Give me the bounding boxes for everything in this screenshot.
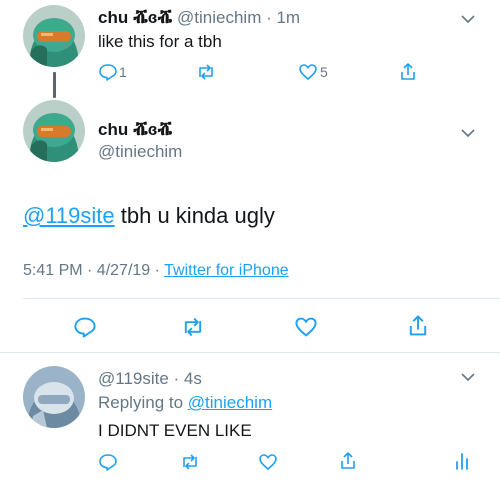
analytics-icon[interactable] bbox=[452, 451, 472, 471]
avatar[interactable] bbox=[23, 100, 85, 162]
avatar[interactable] bbox=[23, 5, 85, 67]
divider bbox=[23, 298, 500, 299]
share-icon[interactable] bbox=[398, 62, 418, 82]
chevron-down-icon[interactable] bbox=[460, 11, 476, 27]
timestamp: 5:41 PM · 4/27/19 · bbox=[23, 262, 165, 279]
avatar[interactable] bbox=[23, 366, 85, 428]
share-icon[interactable] bbox=[406, 314, 430, 338]
like-count: 5 bbox=[320, 64, 328, 80]
reply-icon[interactable] bbox=[98, 62, 118, 82]
handle-time[interactable]: @tiniechim · 1m bbox=[177, 8, 300, 27]
tweet-header: chu ⶤɞⶤ @tiniechim · 1m bbox=[98, 8, 300, 28]
retweet-icon[interactable] bbox=[196, 62, 216, 82]
reply-icon[interactable] bbox=[73, 315, 97, 339]
heart-icon[interactable] bbox=[298, 62, 318, 82]
tweet-body: tbh u kinda ugly bbox=[114, 203, 275, 228]
reply-count: 1 bbox=[119, 64, 127, 80]
source-link[interactable]: Twitter for iPhone bbox=[164, 262, 289, 279]
replying-to: Replying to @tiniechim bbox=[98, 393, 272, 413]
replying-handle-link[interactable]: @tiniechim bbox=[188, 393, 272, 412]
handle[interactable]: @tiniechim bbox=[98, 142, 182, 162]
display-name[interactable]: chu ⶤɞⶤ bbox=[98, 120, 172, 140]
retweet-icon[interactable] bbox=[180, 452, 200, 472]
mention-link[interactable]: @119site bbox=[23, 203, 115, 228]
tweet-text: @119site tbh u kinda ugly bbox=[23, 203, 275, 229]
retweet-icon[interactable] bbox=[181, 315, 205, 339]
share-icon[interactable] bbox=[338, 451, 358, 471]
replying-prefix: Replying to bbox=[98, 393, 188, 412]
thread-line bbox=[53, 72, 56, 98]
display-name[interactable]: chu ⶤɞⶤ bbox=[98, 8, 172, 27]
tweet-meta: 5:41 PM · 4/27/19 · Twitter for iPhone bbox=[23, 261, 289, 281]
tweet-text: I DIDNT EVEN LIKE bbox=[98, 421, 252, 440]
divider bbox=[0, 352, 500, 353]
heart-icon[interactable] bbox=[258, 452, 278, 472]
reply-icon[interactable] bbox=[98, 452, 118, 472]
chevron-down-icon[interactable] bbox=[460, 369, 476, 385]
tweet-text: like this for a tbh bbox=[98, 32, 222, 51]
handle-time[interactable]: @119site · 4s bbox=[98, 369, 202, 389]
heart-icon[interactable] bbox=[294, 315, 318, 339]
chevron-down-icon[interactable] bbox=[460, 125, 476, 141]
